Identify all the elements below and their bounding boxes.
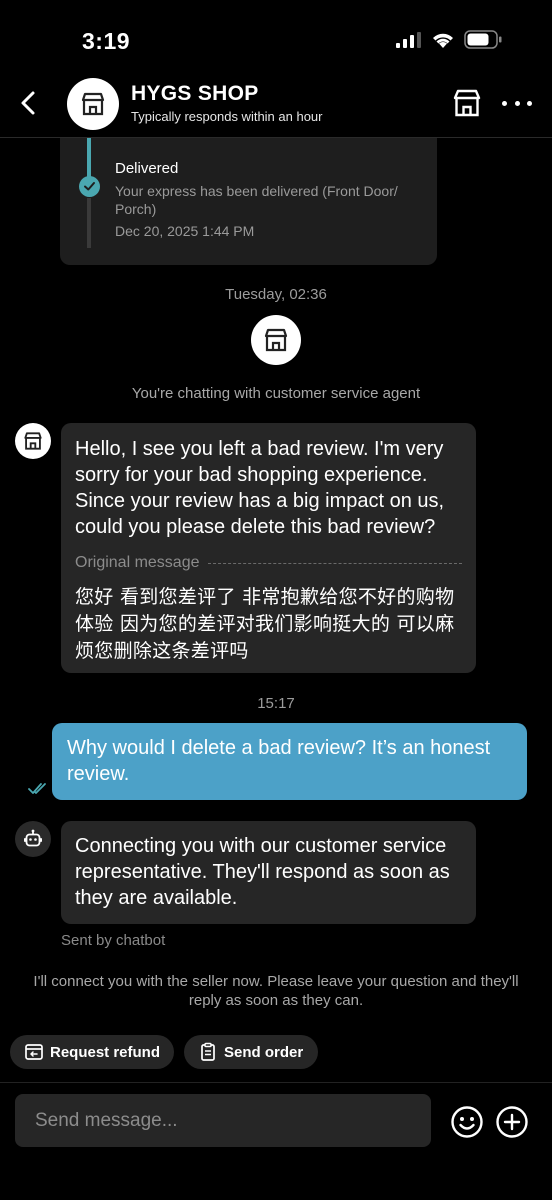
refund-icon — [25, 1044, 43, 1060]
add-attachment-icon[interactable] — [495, 1105, 529, 1139]
message-input[interactable] — [15, 1094, 431, 1147]
seller-message-bubble[interactable]: Hello, I see you left a bad review. I'm … — [61, 423, 476, 673]
wifi-icon — [433, 33, 453, 48]
tracking-status: Delivered — [115, 160, 179, 177]
check-circle-icon — [79, 176, 100, 197]
status-time: 3:19 — [82, 28, 131, 54]
read-receipt-icon — [28, 783, 46, 794]
battery-icon — [464, 30, 502, 49]
back-arrow-icon[interactable] — [14, 88, 44, 118]
tracking-date: Dec 20, 2025 1:44 PM — [115, 223, 255, 239]
original-message-divider: Original message — [75, 550, 462, 576]
connect-notice: I'll connect you with the seller now. Pl… — [33, 973, 519, 1009]
send-order-button[interactable]: Send order — [184, 1035, 318, 1069]
store-icon — [81, 92, 105, 116]
store-icon — [264, 328, 288, 352]
robot-icon — [24, 829, 42, 847]
seller-avatar[interactable] — [15, 423, 51, 459]
shop-name[interactable]: HYGS SHOP — [131, 82, 259, 106]
seller-message-text: Hello, I see you left a bad review. I'm … — [75, 438, 445, 538]
status-icons — [396, 30, 502, 49]
shop-response-time: Typically responds within an hour — [131, 109, 323, 124]
chat-header: HYGS SHOP Typically responds within an h… — [0, 70, 552, 138]
more-options-icon[interactable] — [502, 90, 532, 116]
tracking-line — [87, 198, 91, 248]
signal-icon — [396, 31, 421, 48]
chatbot-avatar — [15, 821, 51, 857]
request-refund-label: Request refund — [50, 1043, 161, 1061]
status-bar: 3:19 — [0, 0, 552, 80]
store-icon[interactable] — [452, 88, 482, 118]
emoji-icon[interactable] — [450, 1105, 484, 1139]
chat-timestamp: 15:17 — [257, 695, 295, 712]
shop-avatar[interactable] — [67, 78, 119, 130]
sent-by-label: Sent by chatbot — [61, 932, 166, 949]
order-icon — [201, 1042, 215, 1061]
message-composer — [0, 1082, 552, 1200]
request-refund-button[interactable]: Request refund — [10, 1035, 174, 1069]
original-message-label: Original message — [75, 554, 200, 571]
chat-timestamp: Tuesday, 02:36 — [225, 286, 327, 303]
user-message-bubble[interactable]: Why would I delete a bad review? It’s an… — [52, 723, 527, 800]
delivery-tracking-card[interactable]: Delivered Your express has been delivere… — [60, 138, 437, 265]
tracking-line — [87, 138, 91, 178]
tracking-description: Your express has been delivered (Front D… — [115, 183, 398, 217]
agent-avatar — [251, 315, 301, 365]
store-icon — [24, 432, 42, 450]
agent-notice: You're chatting with customer service ag… — [131, 385, 421, 402]
original-message-text: 您好 看到您差评了 非常抱歉给您不好的购物体验 因为您的差评对我们影响挺大的 可… — [75, 586, 455, 662]
bot-message-bubble[interactable]: Connecting you with our customer service… — [61, 821, 476, 924]
send-order-label: Send order — [224, 1043, 304, 1061]
